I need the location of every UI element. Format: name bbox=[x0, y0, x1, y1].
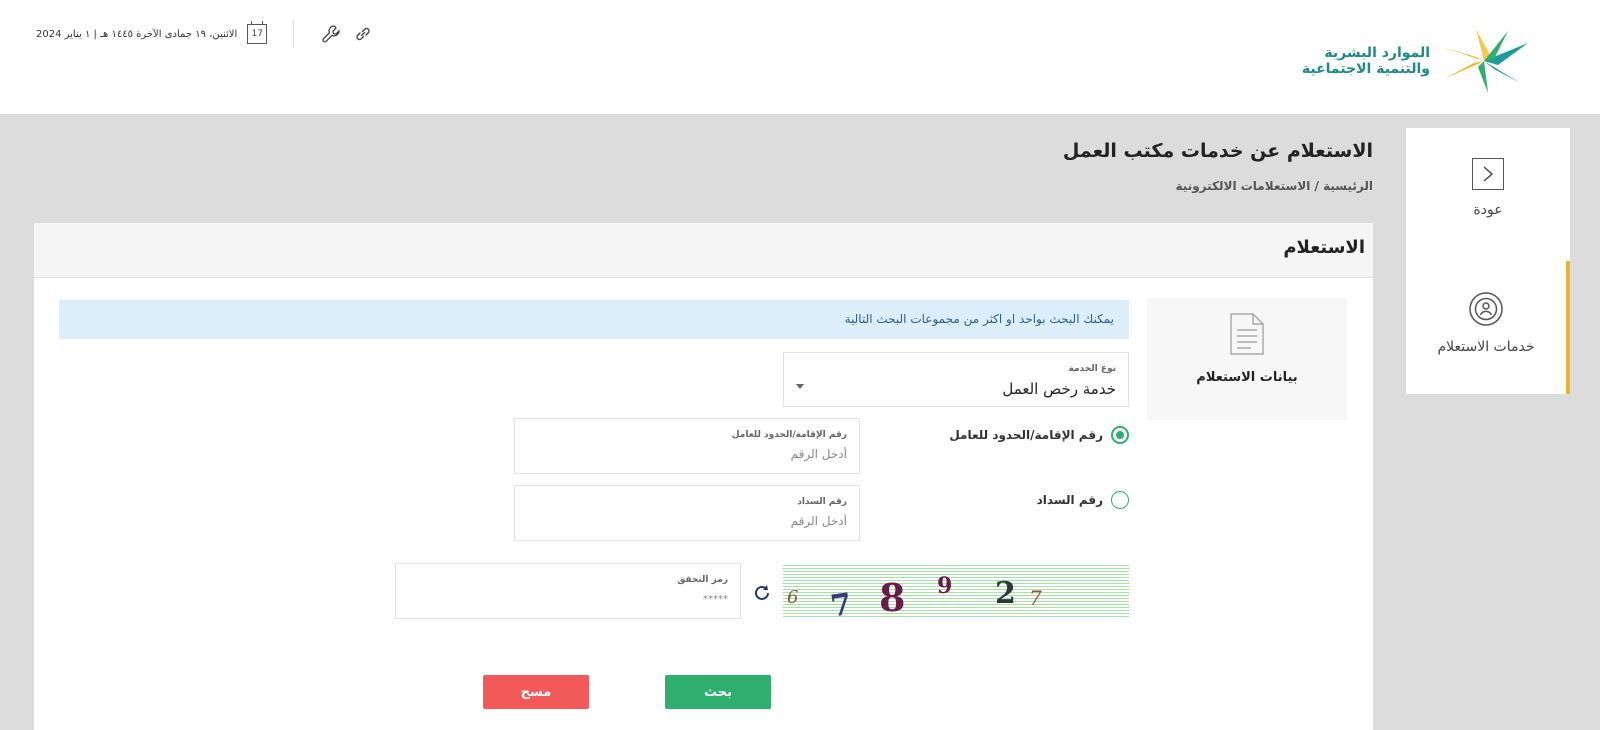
inquiry-services-icon bbox=[1469, 292, 1503, 326]
sadad-input[interactable] bbox=[547, 514, 847, 528]
side-item-back[interactable]: عودة bbox=[1406, 128, 1570, 261]
card-header: الاستعلام bbox=[34, 223, 1373, 278]
sadad-field-label: رقم السداد bbox=[797, 497, 847, 507]
ministry-logo[interactable]: الموارد البشرية والتنمية الاجتماعية bbox=[1302, 26, 1530, 96]
inquiry-card: الاستعلام بيانات الاستعلام يمكنك البحث ب… bbox=[34, 223, 1373, 730]
data-panel-label: بيانات الاستعلام bbox=[1196, 370, 1298, 385]
service-type-select[interactable]: نوع الخدمة خدمة رخص العمل bbox=[783, 352, 1129, 407]
captcha-char: 8 bbox=[879, 575, 905, 619]
captcha-field: رمز التحقق bbox=[395, 563, 741, 619]
captcha-image: 6 7 8 9 2 7 bbox=[783, 563, 1129, 619]
refresh-captcha-icon[interactable] bbox=[751, 582, 773, 604]
captcha-char: 7 bbox=[828, 587, 854, 619]
divider bbox=[293, 20, 295, 48]
top-header: الموارد البشرية والتنمية الاجتماعية الاث… bbox=[0, 0, 1600, 114]
side-menu: عودة خدمات الاستعلام bbox=[1406, 128, 1570, 394]
caret-down-icon bbox=[796, 384, 804, 389]
radio-label-sadad: رقم السداد bbox=[1036, 493, 1103, 507]
sadad-field: رقم السداد bbox=[514, 485, 860, 541]
page-title: الاستعلام عن خدمات مكتب العمل bbox=[1062, 140, 1373, 162]
captcha-input[interactable] bbox=[428, 594, 728, 605]
radio-label-iqama: رقم الإقامة/الحدود للعامل bbox=[949, 428, 1103, 442]
service-type-value: خدمة رخص العمل bbox=[1002, 380, 1116, 398]
star-logo-icon bbox=[1442, 29, 1528, 93]
iqama-input[interactable] bbox=[547, 447, 847, 461]
current-date: الاثنين، ١٩ جمادى الآخرة ١٤٤٥ هـ | ١ ينا… bbox=[36, 28, 238, 40]
breadcrumb[interactable]: الرئيسية / الاستعلامات الالكترونية bbox=[1176, 179, 1373, 193]
wrench-icon[interactable] bbox=[320, 23, 342, 45]
info-message: يمكنك البحث بواحد او اكثر من مجموعات الب… bbox=[844, 312, 1114, 326]
calendar-icon[interactable]: 17 bbox=[247, 21, 268, 44]
radio-button-selected[interactable] bbox=[1111, 426, 1129, 444]
search-button[interactable]: بحث bbox=[665, 675, 771, 709]
logo-line-2: والتنمية الاجتماعية bbox=[1301, 61, 1430, 77]
radio-button[interactable] bbox=[1111, 491, 1129, 509]
radio-sadad[interactable]: رقم السداد bbox=[1037, 491, 1129, 509]
captcha-char: 9 bbox=[937, 573, 952, 599]
clear-button[interactable]: مسح bbox=[483, 675, 589, 709]
captcha-char: 7 bbox=[1029, 586, 1042, 610]
logo-text: الموارد البشرية والتنمية الاجتماعية bbox=[1302, 45, 1430, 77]
side-item-label: عودة bbox=[1473, 202, 1503, 218]
captcha-char: 6 bbox=[787, 587, 798, 608]
card-title: الاستعلام bbox=[1283, 237, 1365, 258]
captcha-field-label: رمز التحقق bbox=[677, 575, 728, 585]
link-icon[interactable] bbox=[352, 23, 374, 45]
inquiry-data-panel[interactable]: بيانات الاستعلام bbox=[1147, 298, 1347, 420]
info-message-bar: يمكنك البحث بواحد او اكثر من مجموعات الب… bbox=[59, 300, 1129, 339]
document-icon bbox=[1230, 313, 1264, 355]
iqama-field-label: رقم الإقامة/الحدود للعامل bbox=[731, 430, 847, 440]
radio-dot bbox=[1116, 431, 1124, 439]
side-item-label: خدمات الاستعلام bbox=[1437, 339, 1535, 355]
logo-line-1: الموارد البشرية bbox=[1324, 45, 1430, 61]
iqama-field: رقم الإقامة/الحدود للعامل bbox=[514, 418, 860, 474]
header-tools: الاثنين، ١٩ جمادى الآخرة ١٤٤٥ هـ | ١ ينا… bbox=[36, 20, 374, 48]
side-item-inquiry-services[interactable]: خدمات الاستعلام bbox=[1406, 261, 1570, 394]
chevron-right-icon bbox=[1472, 158, 1504, 190]
service-type-label: نوع الخدمة bbox=[1068, 364, 1116, 374]
radio-iqama[interactable]: رقم الإقامة/الحدود للعامل bbox=[949, 426, 1129, 444]
captcha-char: 2 bbox=[995, 576, 1016, 611]
